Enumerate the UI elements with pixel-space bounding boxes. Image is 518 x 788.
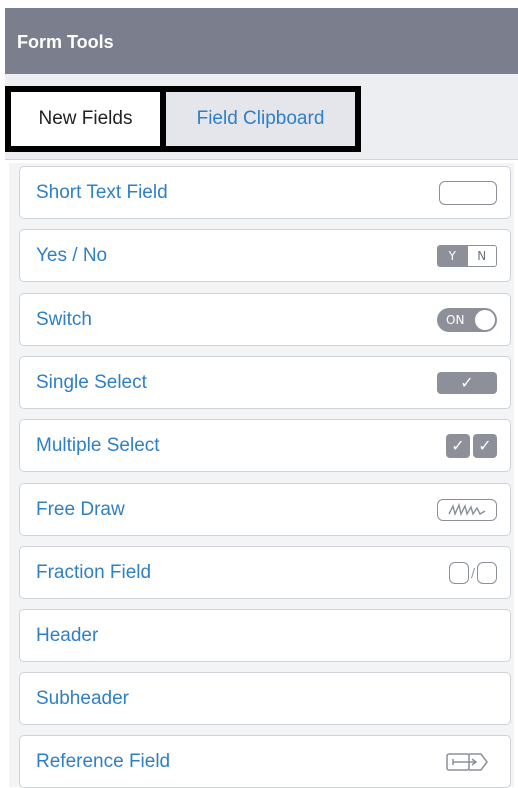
header-title: Form Tools <box>17 32 114 52</box>
yes-no-icon: YN <box>437 243 497 269</box>
field-label: Reference Field <box>36 751 171 772</box>
field-label: Switch <box>36 309 92 330</box>
tab-bar: New Fields Field Clipboard <box>5 74 518 160</box>
field-label: Header <box>36 625 99 646</box>
no-label: N <box>466 246 496 266</box>
field-label: Multiple Select <box>36 435 160 456</box>
field-label: Yes / No <box>36 245 108 266</box>
fraction-icon: / <box>448 560 497 586</box>
field-label: Free Draw <box>36 499 125 520</box>
field-yes-no[interactable]: Yes / No YN <box>19 229 511 282</box>
field-list: Short Text Field Yes / No YN Switch ON S… <box>9 163 514 788</box>
field-fraction[interactable]: Fraction Field / <box>19 546 511 599</box>
switch-on-label: ON <box>446 313 465 327</box>
tab-field-clipboard[interactable]: Field Clipboard <box>160 86 361 152</box>
switch-icon: ON <box>437 307 497 333</box>
field-reference[interactable]: Reference Field <box>19 735 511 788</box>
yes-label: Y <box>438 246 467 266</box>
tab-new-fields[interactable]: New Fields <box>5 86 160 152</box>
field-subheader[interactable]: Subheader <box>19 672 511 725</box>
single-select-icon: ✓ <box>437 370 497 396</box>
fraction-slash: / <box>470 566 475 580</box>
form-tools-header: Form Tools <box>5 8 518 74</box>
field-multiple-select[interactable]: Multiple Select ✓ ✓ <box>19 419 511 472</box>
field-single-select[interactable]: Single Select ✓ <box>19 356 511 409</box>
field-switch[interactable]: Switch ON <box>19 293 511 346</box>
field-label: Short Text Field <box>36 182 168 203</box>
text-box-icon <box>439 180 497 206</box>
free-draw-icon <box>437 497 497 523</box>
field-label: Fraction Field <box>36 562 152 583</box>
field-label: Single Select <box>36 372 147 393</box>
multiple-select-icon: ✓ ✓ <box>446 433 497 459</box>
field-free-draw[interactable]: Free Draw <box>19 483 511 536</box>
field-short-text[interactable]: Short Text Field <box>19 166 511 219</box>
reference-icon <box>437 749 497 775</box>
field-header[interactable]: Header <box>19 609 511 662</box>
field-label: Subheader <box>36 688 129 709</box>
